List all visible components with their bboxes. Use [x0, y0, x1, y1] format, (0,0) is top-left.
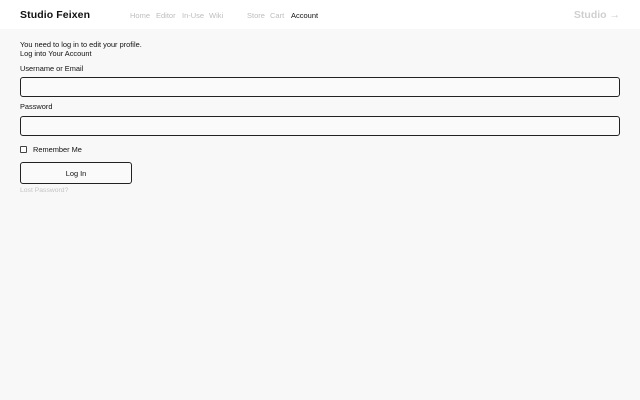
top-header: Studio Feixen Home Editor In-Use Wiki St…: [0, 0, 640, 29]
login-form-container: You need to log in to edit your profile.…: [20, 40, 620, 58]
page-subtitle: Log into Your Account: [20, 49, 92, 58]
remember-me-row[interactable]: Remember Me: [20, 144, 82, 154]
nav-home[interactable]: Home: [130, 11, 150, 20]
arrow-right-icon: →: [609, 9, 621, 21]
studio-link-label: Studio: [573, 9, 607, 21]
password-label: Password: [20, 102, 53, 111]
login-notice: You need to log in to edit your profile.: [20, 40, 142, 49]
login-button[interactable]: Log In: [20, 162, 132, 184]
nav-cart[interactable]: Cart: [270, 11, 284, 20]
nav-wiki[interactable]: Wiki: [209, 11, 223, 20]
lost-password-link[interactable]: Lost Password?: [20, 187, 68, 194]
studio-link[interactable]: Studio →: [574, 9, 620, 21]
nav-in-use[interactable]: In-Use: [182, 11, 204, 20]
nav-editor[interactable]: Editor: [156, 11, 176, 20]
nav-account[interactable]: Account: [291, 11, 318, 20]
username-input[interactable]: [20, 77, 620, 97]
username-label: Username or Email: [20, 64, 84, 73]
brand-logo[interactable]: Studio Feixen: [20, 9, 90, 21]
nav-store[interactable]: Store: [247, 11, 265, 20]
password-input[interactable]: [20, 116, 620, 136]
remember-me-checkbox[interactable]: [20, 145, 27, 153]
remember-me-label[interactable]: Remember Me: [33, 145, 82, 154]
